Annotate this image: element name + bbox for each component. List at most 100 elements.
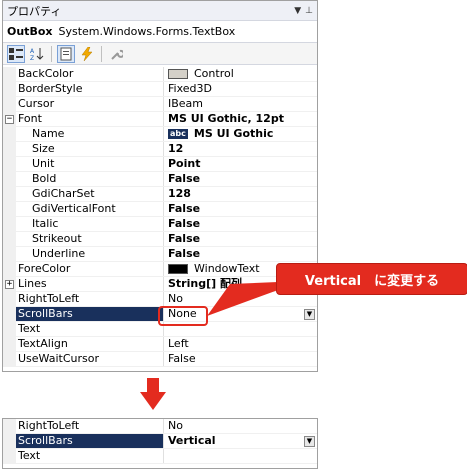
property-name: ScrollBars <box>16 307 164 321</box>
property-row-bold[interactable]: Bold False <box>3 172 317 187</box>
property-name: Name <box>16 127 164 141</box>
toolbar-separator <box>51 45 52 62</box>
row-gutter <box>3 142 16 156</box>
property-value[interactable]: 128 <box>164 187 317 201</box>
toolbar-separator <box>101 45 102 62</box>
property-name: Underline <box>16 247 164 261</box>
property-value[interactable]: IBeam <box>164 97 317 111</box>
row-gutter <box>3 97 16 111</box>
pin-icon[interactable]: ⊥ <box>305 6 313 16</box>
property-value[interactable]: False <box>164 217 317 231</box>
panel-titlebar: プロパティ ▼ ⊥ <box>3 1 317 21</box>
property-row-font[interactable]: − Font MS UI Gothic, 12pt <box>3 112 317 127</box>
object-name: OutBox <box>7 25 53 38</box>
property-row-textalign[interactable]: TextAlign Left <box>3 337 317 352</box>
property-value-text: MS UI Gothic, 12pt <box>168 112 284 125</box>
callout-label: Vertical に変更する <box>276 263 467 295</box>
dropdown-button[interactable]: ▼ <box>304 309 315 320</box>
dropdown-icon[interactable]: ▼ <box>294 6 301 16</box>
property-value-text: False <box>168 202 201 215</box>
property-row-name[interactable]: Name abc MS UI Gothic <box>3 127 317 142</box>
property-value[interactable]: False <box>164 247 317 261</box>
row-gutter <box>3 247 16 261</box>
property-value[interactable]: MS UI Gothic, 12pt <box>164 112 317 126</box>
property-pages-icon[interactable] <box>107 45 125 63</box>
property-value[interactable]: Left <box>164 337 317 351</box>
property-name: ScrollBars <box>16 434 164 448</box>
property-name: BorderStyle <box>16 82 164 96</box>
property-name: Font <box>16 112 164 126</box>
property-value-text: False <box>168 232 201 245</box>
property-row-usewaitcursor[interactable]: UseWaitCursor False <box>3 352 317 367</box>
row-gutter <box>3 67 16 81</box>
property-value[interactable]: Fixed3D <box>164 82 317 96</box>
property-value-text: String[] 配列 <box>168 277 242 290</box>
property-value[interactable] <box>164 449 317 463</box>
property-row-forecolor[interactable]: ForeColor WindowText <box>3 262 317 277</box>
property-row-righttoleft[interactable]: RightToLeft No <box>3 292 317 307</box>
property-value[interactable]: 12 <box>164 142 317 156</box>
property-row-text[interactable]: Text <box>3 449 317 464</box>
properties-icon[interactable] <box>57 44 75 63</box>
property-row-righttoleft[interactable]: RightToLeft No <box>3 419 317 434</box>
row-gutter: − <box>3 112 16 126</box>
property-row-gdiverticalfont[interactable]: GdiVerticalFont False <box>3 202 317 217</box>
property-row-scrollbars[interactable]: ScrollBars Vertical ▼ <box>3 434 317 449</box>
svg-text:A: A <box>30 48 35 55</box>
down-arrow-icon <box>140 378 166 410</box>
alphabetical-icon[interactable]: AZ <box>28 45 46 63</box>
properties-toolbar: AZ <box>3 43 317 65</box>
object-selector[interactable]: OutBox System.Windows.Forms.TextBox <box>3 21 317 43</box>
property-value[interactable]: False <box>164 232 317 246</box>
row-gutter <box>3 292 16 306</box>
property-value-text: Control <box>194 67 234 80</box>
property-name: ForeColor <box>16 262 164 276</box>
properties-panel-after: RightToLeft No ScrollBars Vertical ▼ Text <box>2 418 318 469</box>
row-gutter <box>3 322 16 336</box>
dropdown-button[interactable]: ▼ <box>304 436 315 447</box>
svg-text:Z: Z <box>30 55 34 61</box>
expand-icon[interactable]: + <box>5 280 14 289</box>
row-gutter <box>3 337 16 351</box>
property-value[interactable]: False <box>164 202 317 216</box>
property-name: Unit <box>16 157 164 171</box>
object-type: System.Windows.Forms.TextBox <box>58 25 236 38</box>
property-value[interactable]: False <box>164 172 317 186</box>
property-name: Lines <box>16 277 164 291</box>
property-row-underline[interactable]: Underline False <box>3 247 317 262</box>
property-name: Cursor <box>16 97 164 111</box>
row-gutter <box>3 157 16 171</box>
property-name: UseWaitCursor <box>16 352 164 366</box>
property-row-italic[interactable]: Italic False <box>3 217 317 232</box>
property-value-text: Vertical <box>168 434 216 447</box>
categorized-icon[interactable] <box>7 44 25 63</box>
property-row-unit[interactable]: Unit Point <box>3 157 317 172</box>
property-value[interactable]: False <box>164 352 317 366</box>
property-value[interactable]: Point <box>164 157 317 171</box>
events-icon[interactable] <box>78 45 96 63</box>
property-value[interactable]: abc MS UI Gothic <box>164 127 317 141</box>
property-value-text: MS UI Gothic <box>193 127 274 140</box>
property-row-size[interactable]: Size 12 <box>3 142 317 157</box>
row-gutter <box>3 187 16 201</box>
collapse-icon[interactable]: − <box>5 115 14 124</box>
property-row-cursor[interactable]: Cursor IBeam <box>3 97 317 112</box>
property-name: Bold <box>16 172 164 186</box>
row-gutter <box>3 232 16 246</box>
property-row-backcolor[interactable]: BackColor Control <box>3 67 317 82</box>
property-row-borderstyle[interactable]: BorderStyle Fixed3D <box>3 82 317 97</box>
property-value-text: 128 <box>168 187 191 200</box>
property-value-text: False <box>168 172 201 185</box>
property-row-gdicharset[interactable]: GdiCharSet 128 <box>3 187 317 202</box>
callout-text: Vertical に変更する <box>304 273 440 289</box>
row-gutter <box>3 127 16 141</box>
property-name: GdiCharSet <box>16 187 164 201</box>
property-value[interactable]: No <box>164 419 317 433</box>
row-gutter <box>3 202 16 216</box>
property-value[interactable]: Control <box>164 67 317 81</box>
property-name: Strikeout <box>16 232 164 246</box>
property-value-text: Fixed3D <box>168 82 212 95</box>
property-row-lines[interactable]: + Lines String[] 配列 <box>3 277 317 292</box>
property-value[interactable]: Vertical <box>164 434 317 448</box>
property-row-strikeout[interactable]: Strikeout False <box>3 232 317 247</box>
